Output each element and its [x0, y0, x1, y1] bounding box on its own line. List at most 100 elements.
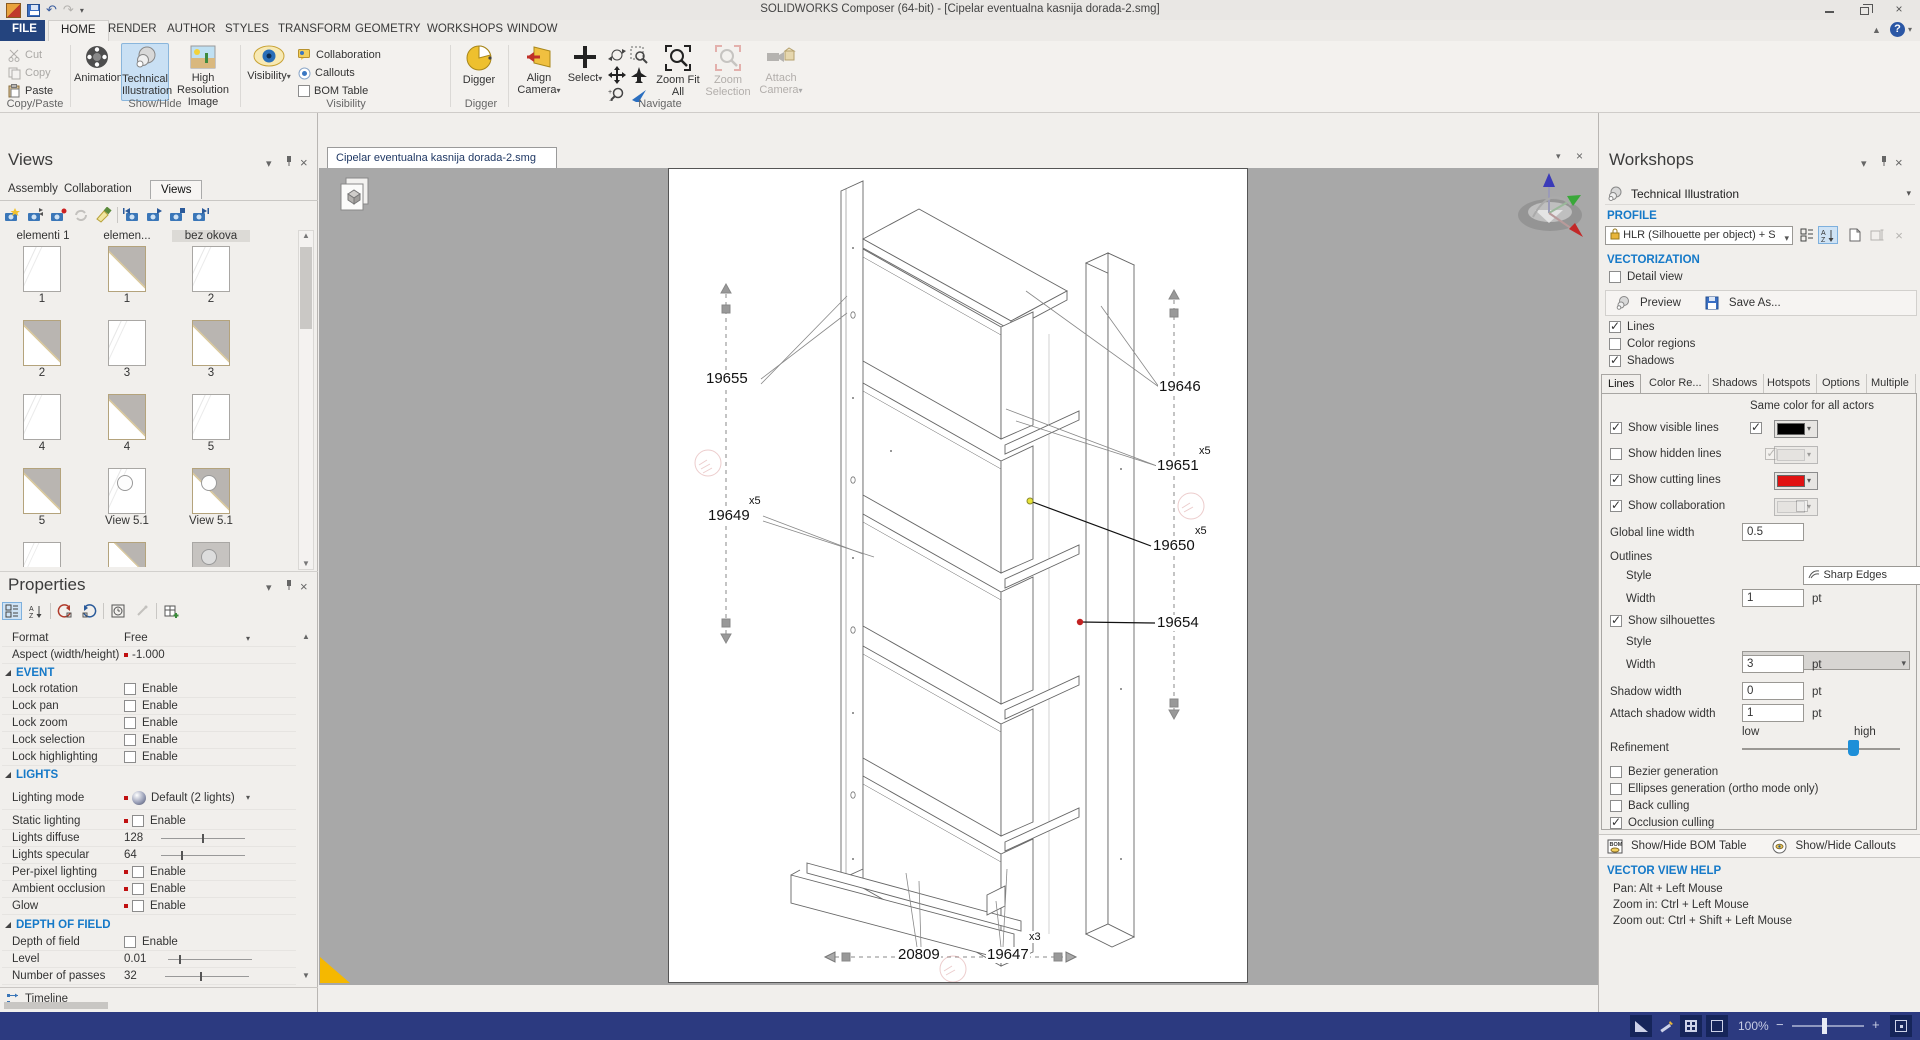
callout-19647[interactable]: 19647 — [986, 947, 1030, 963]
level-slider[interactable] — [168, 959, 252, 960]
prop-value-aspect[interactable]: -1.000 — [132, 649, 165, 661]
prop-row-lighting-mode[interactable]: Lighting modeDefault (2 lights)▾ — [2, 786, 296, 810]
view-thumbnail[interactable] — [23, 246, 61, 292]
outline-width-input[interactable]: 1 — [1742, 589, 1804, 607]
views-tab-views[interactable]: Views — [150, 180, 202, 199]
scrollbar-thumb[interactable] — [300, 247, 312, 329]
animation-button[interactable]: Animation — [74, 43, 120, 84]
view-thumbnail[interactable] — [108, 320, 146, 366]
help-icon[interactable]: ? — [1890, 22, 1905, 37]
color-regions-row[interactable]: Color regions — [1609, 338, 1695, 350]
per-pixel-checkbox[interactable] — [132, 866, 144, 878]
prop-header-event[interactable]: EVENT — [2, 664, 296, 681]
view-thumbnail[interactable] — [192, 320, 230, 366]
show-silhouettes-row[interactable]: Show silhouettes — [1610, 615, 1715, 627]
grid-tool-icon[interactable] — [1680, 1015, 1702, 1037]
prop-row-lock-rotation[interactable]: Lock rotationEnable — [2, 681, 296, 698]
align-camera-button[interactable]: Align Camera▾ — [514, 43, 564, 97]
refinement-slider-track[interactable] — [1742, 748, 1900, 750]
zoom-slider-handle[interactable] — [1822, 1018, 1827, 1034]
refinement-slider-handle[interactable] — [1848, 740, 1859, 756]
view-thumbnail[interactable] — [192, 394, 230, 440]
profile-sort-icon[interactable]: AZ — [1818, 226, 1838, 244]
views-close-icon[interactable]: × — [300, 155, 308, 170]
zoom-fit-icon[interactable] — [1890, 1015, 1912, 1037]
views-tab-collaboration[interactable]: Collaboration — [64, 183, 132, 195]
view-group-label[interactable]: elemen... — [88, 230, 166, 242]
specular-slider[interactable] — [161, 855, 245, 856]
zoom-area-icon[interactable] — [630, 46, 648, 64]
prop-row-lock-selection[interactable]: Lock selectionEnable — [2, 732, 296, 749]
goto-last-view-icon[interactable] — [190, 206, 210, 224]
passes-slider[interactable] — [165, 976, 249, 977]
callouts-button[interactable]: Callouts — [298, 65, 355, 81]
depth-of-field-checkbox[interactable] — [124, 936, 136, 948]
prop-header-dof[interactable]: DEPTH OF FIELD — [2, 916, 296, 933]
view-thumbnail[interactable] — [192, 246, 230, 292]
tab-window[interactable]: WINDOW — [495, 20, 569, 41]
tab-multiple[interactable]: Multiple — [1865, 374, 1916, 393]
zoom-out-button[interactable]: − — [1776, 1017, 1784, 1032]
view-thumbnail[interactable] — [192, 468, 230, 514]
help-dropdown-icon[interactable]: ▾ — [1908, 25, 1912, 34]
show-collaboration-row[interactable]: Show collaboration — [1610, 500, 1725, 512]
workshops-close-icon[interactable]: × — [1895, 155, 1903, 170]
prop-scroll-down-icon[interactable]: ▼ — [302, 971, 310, 980]
lines-row[interactable]: Lines — [1609, 321, 1655, 333]
attach-shadow-width-input[interactable]: 1 — [1742, 704, 1804, 722]
document-tab[interactable]: Cipelar eventualna kasnija dorada-2.smg — [327, 147, 557, 168]
ellipses-row[interactable]: Ellipses generation (ortho mode only) — [1610, 783, 1819, 795]
show-hide-bom-button[interactable]: Show/Hide BOM Table — [1631, 840, 1746, 852]
occlusion-culling-row[interactable]: Occlusion culling — [1610, 817, 1714, 829]
prop-row-glow[interactable]: GlowEnable — [2, 898, 296, 915]
prop-value-diffuse[interactable]: 128 — [124, 832, 143, 844]
lock-pan-checkbox[interactable] — [124, 700, 136, 712]
timeline-scrollbar-fragment[interactable] — [4, 1002, 108, 1009]
prop-row-lock-zoom[interactable]: Lock zoomEnable — [2, 715, 296, 732]
prop-value-format[interactable]: Free — [124, 632, 148, 644]
fly-through-icon[interactable] — [630, 66, 648, 84]
tab-scroll-icon[interactable]: ▾ — [1556, 151, 1561, 162]
callout-20809[interactable]: 20809 — [897, 947, 941, 963]
profile-categorized-icon[interactable] — [1797, 226, 1817, 244]
show-hidden-lines-row[interactable]: Show hidden lines — [1610, 448, 1721, 460]
callout-19655[interactable]: 19655 — [705, 371, 749, 387]
lock-selection-checkbox[interactable] — [124, 734, 136, 746]
create-view-icon[interactable] — [2, 206, 22, 224]
show-cutting-lines-row[interactable]: Show cutting lines — [1610, 474, 1721, 486]
fit-view-icon[interactable] — [1706, 1015, 1728, 1037]
view-thumbnail[interactable] — [23, 542, 61, 567]
measure-tool-icon[interactable] — [1630, 1015, 1652, 1037]
show-hide-callouts-button[interactable]: Show/Hide Callouts — [1795, 840, 1895, 852]
stop-views-icon[interactable] — [167, 206, 187, 224]
shadows-row[interactable]: Shadows — [1609, 355, 1674, 367]
global-line-width-input[interactable]: 0.5 — [1742, 523, 1804, 541]
prop-row-format[interactable]: FormatFree▾ — [2, 630, 296, 647]
prop-value-level[interactable]: 0.01 — [124, 953, 146, 965]
prop-row-lights-specular[interactable]: Lights specular64 — [2, 847, 296, 864]
prop-value-specular[interactable]: 64 — [124, 849, 137, 861]
restore-button[interactable] — [1850, 2, 1878, 18]
workshop-selector[interactable]: Technical Illustration ▾ — [1605, 183, 1915, 205]
event-back-icon[interactable] — [55, 602, 75, 620]
properties-pin-icon[interactable] — [284, 579, 294, 591]
visibility-button[interactable]: Visibility▾ — [246, 43, 292, 83]
view-thumbnail[interactable] — [108, 394, 146, 440]
show-visible-lines-row[interactable]: Show visible lines — [1610, 422, 1719, 434]
history-icon[interactable] — [108, 602, 128, 620]
sort-alphabetical-icon[interactable]: AZ — [26, 602, 46, 620]
scroll-down-icon[interactable]: ▼ — [299, 559, 313, 568]
drawing-page[interactable]: 19655 19646 19651 x5 19649 x5 19650 x5 1… — [668, 168, 1248, 983]
prop-value-passes[interactable]: 32 — [124, 970, 137, 982]
lock-rotation-checkbox[interactable] — [124, 683, 136, 695]
properties-menu-icon[interactable]: ▾ — [266, 581, 272, 594]
glow-checkbox[interactable] — [132, 900, 144, 912]
technical-illustration-button[interactable]: Technical Illustration — [121, 43, 169, 101]
profile-dropdown[interactable]: HLR (Silhouette per object) + Sha ▾ — [1605, 226, 1793, 245]
lock-highlighting-checkbox[interactable] — [124, 751, 136, 763]
paste-button[interactable]: Paste — [8, 83, 53, 99]
callout-19649[interactable]: 19649 — [707, 508, 751, 524]
update-view-icon[interactable] — [25, 206, 45, 224]
bezier-row[interactable]: Bezier generation — [1610, 766, 1718, 778]
view-thumbnail[interactable] — [23, 468, 61, 514]
